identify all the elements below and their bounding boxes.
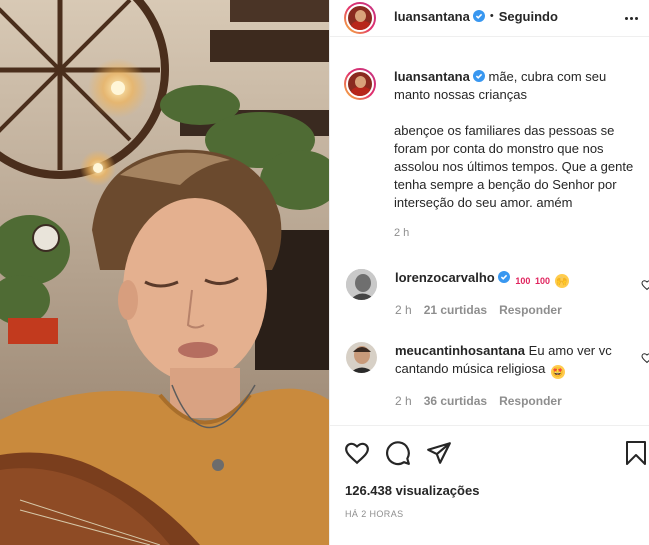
heart-icon[interactable] xyxy=(344,440,370,466)
comment-likes-count[interactable]: 36 curtidas xyxy=(424,392,487,410)
comment-timestamp[interactable]: 2 h xyxy=(395,301,412,319)
comment-likes-count[interactable]: 21 curtidas xyxy=(424,301,487,319)
hundred-points-emoji: 100 xyxy=(515,276,531,286)
verified-badge-icon xyxy=(472,10,485,22)
raising-hands-emoji: 🙌 xyxy=(554,274,569,288)
comment-icon[interactable] xyxy=(385,440,411,466)
caption-text-paragraph: abençoe os familiares das pessoas se for… xyxy=(394,123,634,210)
post-panel: luansantana • Seguindo luansantana mãe, … xyxy=(329,0,649,545)
post-caption: luansantana mãe, cubra com seu manto nos… xyxy=(344,68,644,242)
comment-item: lorenzocarvalho 100 100 🙌 2 h 21 curtida… xyxy=(346,269,649,319)
commenter-username[interactable]: lorenzocarvalho xyxy=(395,270,495,285)
verified-badge-icon xyxy=(472,70,485,82)
post-actions: 126.438 visualizações HÁ 2 HORAS xyxy=(330,425,649,545)
heart-icon[interactable] xyxy=(641,279,649,291)
commenter-avatar[interactable] xyxy=(346,269,377,300)
bookmark-icon[interactable] xyxy=(624,440,648,466)
views-count[interactable]: 126.438 visualizações xyxy=(345,483,479,498)
star-struck-emoji: 🤩 xyxy=(550,365,565,379)
reply-button[interactable]: Responder xyxy=(499,392,562,410)
caption-timestamp[interactable]: 2 h xyxy=(394,224,644,242)
separator-dot: • xyxy=(489,10,494,22)
reply-button[interactable]: Responder xyxy=(499,301,562,319)
video-frame-illustration xyxy=(0,0,329,545)
post-header: luansantana • Seguindo xyxy=(330,0,649,37)
post-age[interactable]: HÁ 2 HORAS xyxy=(345,509,404,519)
author-username[interactable]: luansantana xyxy=(394,9,470,24)
post-media[interactable] xyxy=(0,0,329,545)
commenter-username[interactable]: meucantinhosantana xyxy=(395,343,525,358)
author-avatar[interactable] xyxy=(344,2,376,34)
heart-icon[interactable] xyxy=(641,352,649,364)
caption-author-avatar[interactable] xyxy=(344,68,376,100)
verified-badge-icon xyxy=(497,271,510,283)
comment-timestamp[interactable]: 2 h xyxy=(395,392,412,410)
more-options-icon[interactable] xyxy=(621,9,641,27)
comment-item: meucantinhosantana Eu amo ver vc cantand… xyxy=(346,342,649,410)
caption-username[interactable]: luansantana xyxy=(394,69,470,84)
following-button[interactable]: Seguindo xyxy=(499,9,558,24)
hundred-points-emoji: 100 xyxy=(534,276,550,286)
commenter-avatar[interactable] xyxy=(346,342,377,373)
share-icon[interactable] xyxy=(426,440,452,466)
